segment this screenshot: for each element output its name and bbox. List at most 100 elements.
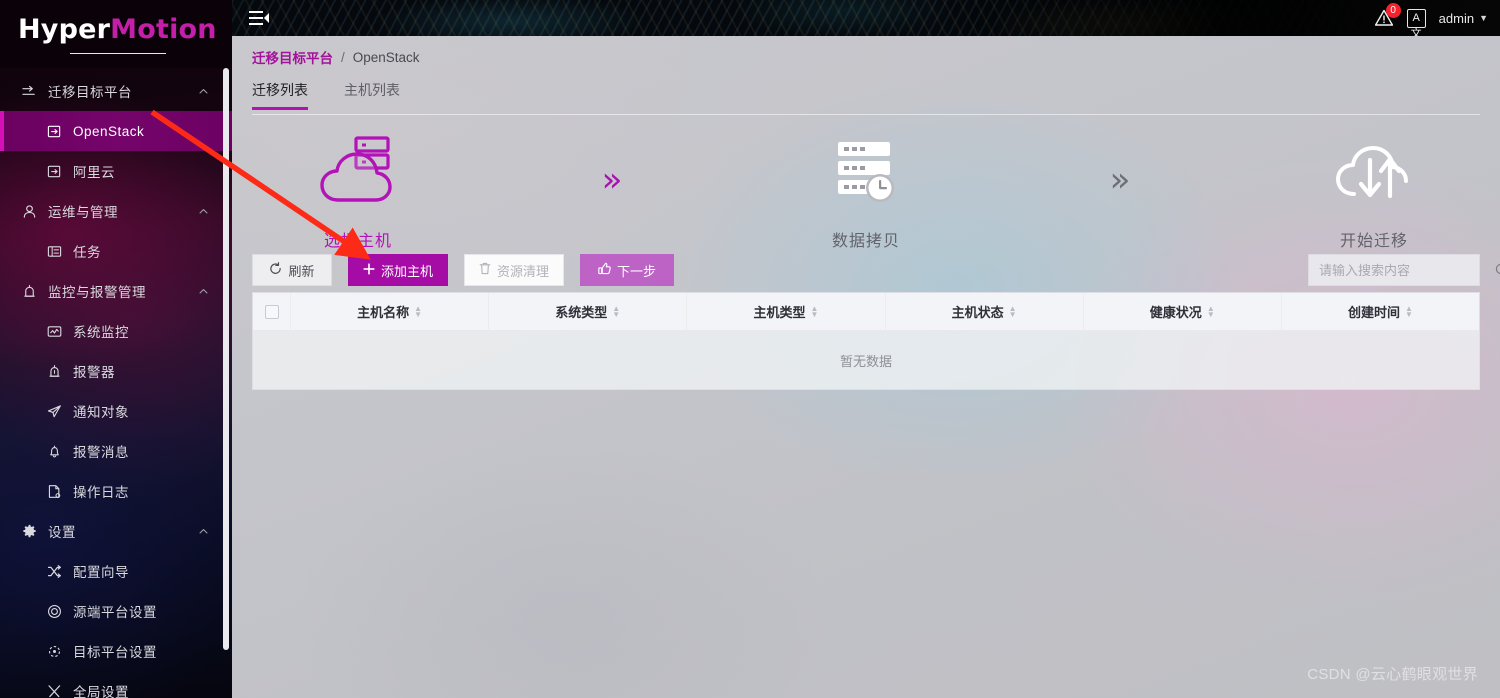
step-arrow-icon: » bbox=[601, 160, 623, 200]
step-label: 开始迁移 bbox=[1339, 232, 1408, 250]
sidebar-item-label: 通知对象 bbox=[73, 405, 129, 420]
platform-icon bbox=[47, 124, 73, 139]
column-header-host-type[interactable]: 主机类型 ▲ ▼ bbox=[687, 292, 886, 331]
add-host-button[interactable]: 添加主机 bbox=[348, 254, 448, 286]
sidebar-item-OpenStack[interactable]: OpenStack bbox=[0, 111, 232, 151]
sidebar-item-配置向导[interactable]: 配置向导 bbox=[0, 551, 232, 591]
thumbs-up-icon bbox=[598, 262, 611, 278]
column-label: 创建时间 bbox=[1347, 305, 1400, 320]
column-label: 健康状况 bbox=[1149, 305, 1202, 320]
column-header-host-status[interactable]: 主机状态 ▲ ▼ bbox=[886, 292, 1084, 331]
select-all-checkbox-cell bbox=[253, 292, 291, 331]
sidebar-item-label: 报警器 bbox=[73, 365, 115, 380]
sort-icon[interactable]: ▲ ▼ bbox=[1009, 305, 1017, 319]
resource-cleanup-button[interactable]: 资源清理 bbox=[464, 254, 564, 286]
chevron-up-icon[interactable] bbox=[198, 286, 224, 297]
tab-label: 迁移列表 bbox=[252, 82, 308, 98]
chevron-down-icon: ▼ bbox=[1479, 13, 1488, 23]
top-header-bar: 0 A文 admin ▼ bbox=[232, 0, 1500, 36]
trash-icon bbox=[479, 262, 491, 278]
sort-icon[interactable]: ▲ ▼ bbox=[612, 305, 620, 319]
hamburger-collapse-icon[interactable] bbox=[246, 5, 272, 31]
tab-bar-divider bbox=[252, 114, 1480, 115]
breadcrumb: 迁移目标平台 / OpenStack bbox=[252, 47, 420, 67]
search-box[interactable] bbox=[1308, 254, 1500, 286]
sidebar-item-label: OpenStack bbox=[73, 123, 145, 139]
sidebar-group-label: 运维与管理 bbox=[48, 205, 118, 220]
sidebar-item-通知对象[interactable]: 通知对象 bbox=[0, 391, 232, 431]
column-header-health-status[interactable]: 健康状况 ▲ ▼ bbox=[1084, 292, 1282, 331]
column-header-create-time[interactable]: 创建时间 ▲ ▼ bbox=[1282, 293, 1479, 331]
sidebar-item-label: 报警消息 bbox=[73, 445, 129, 460]
page-content: 迁移目标平台 / OpenStack 迁移列表 主机列表 选择主机 » 数据拷贝… bbox=[232, 36, 1500, 698]
user-account-menu[interactable]: admin ▼ bbox=[1439, 11, 1488, 26]
server-clock-icon bbox=[824, 132, 908, 213]
column-label: 主机类型 bbox=[753, 305, 806, 320]
next-step-button[interactable]: 下一步 bbox=[580, 254, 674, 286]
sidebar-item-阿里云[interactable]: 阿里云 bbox=[0, 151, 232, 191]
breadcrumb-root[interactable]: 迁移目标平台 bbox=[252, 47, 333, 67]
sidebar-item-操作日志[interactable]: 操作日志 bbox=[0, 471, 232, 511]
column-header-host-name[interactable]: 主机名称 ▲ ▼ bbox=[291, 292, 490, 331]
sort-icon[interactable]: ▲ ▼ bbox=[810, 305, 818, 319]
next-step-label: 下一步 bbox=[616, 263, 656, 279]
select-all-checkbox[interactable] bbox=[264, 304, 279, 319]
logo-divider bbox=[0, 53, 232, 68]
sidebar-item-label: 全局设置 bbox=[73, 685, 129, 698]
sidebar-item-报警器[interactable]: 报警器 bbox=[0, 351, 232, 391]
step-data-copy[interactable]: 数据拷贝 bbox=[760, 132, 972, 251]
scissors-icon bbox=[47, 684, 73, 698]
sidebar-scrollbar[interactable] bbox=[223, 68, 229, 650]
sidebar-group-0[interactable]: 迁移目标平台 bbox=[0, 71, 232, 111]
sidebar-group-2[interactable]: 监控与报警管理 bbox=[0, 271, 232, 311]
warning-triangle-icon[interactable]: 0 bbox=[1374, 3, 1401, 28]
sidebar-group-1[interactable]: 运维与管理 bbox=[0, 191, 232, 231]
notification-count-badge: 0 bbox=[1385, 3, 1401, 18]
sidebar-group-3[interactable]: 设置 bbox=[0, 511, 232, 551]
migration-stepper: 选择主机 » 数据拷贝 » 开始迁移 bbox=[252, 126, 1480, 256]
language-switch-icon[interactable]: A文 bbox=[1406, 8, 1426, 36]
sidebar-item-label: 任务 bbox=[73, 245, 101, 260]
display-monitor-icon bbox=[47, 324, 73, 339]
sidebar-item-目标平台设置[interactable]: 目标平台设置 bbox=[0, 631, 232, 671]
sort-icon[interactable]: ▲ ▼ bbox=[1207, 305, 1215, 319]
resource-cleanup-label: 资源清理 bbox=[496, 263, 549, 279]
sidebar-item-label: 目标平台设置 bbox=[73, 645, 157, 660]
search-input[interactable] bbox=[1319, 262, 1495, 278]
sidebar-menu: 迁移目标平台 OpenStack 阿里云运维与管理任务监控与报警管理 系统监控报警器通… bbox=[0, 68, 232, 698]
tab-host-list[interactable]: 主机列表 bbox=[344, 80, 400, 110]
sidebar-item-源端平台设置[interactable]: 源端平台设置 bbox=[0, 591, 232, 631]
sidebar-item-系统监控[interactable]: 系统监控 bbox=[0, 311, 232, 351]
logo-text-primary: Hyper bbox=[18, 13, 111, 45]
plus-icon bbox=[363, 263, 375, 278]
sidebar-item-全局设置[interactable]: 全局设置 bbox=[0, 671, 232, 698]
tab-migration-list[interactable]: 迁移列表 bbox=[252, 80, 308, 110]
sidebar-navigation: HyperMotion 迁移目标平台 OpenStack 阿里云运维与管理任务监控与… bbox=[0, 0, 232, 698]
chevron-up-icon[interactable] bbox=[198, 206, 224, 217]
table-header-row: 主机名称 ▲ ▼ 系统类型 ▲ ▼ 主机类型 ▲ ▼ 主机状态 ▲ ▼ 健康状况… bbox=[253, 292, 1479, 331]
breadcrumb-separator: / bbox=[341, 49, 345, 65]
refresh-label: 刷新 bbox=[288, 263, 315, 279]
step-start-migration[interactable]: 开始迁移 bbox=[1268, 132, 1480, 251]
search-icon[interactable] bbox=[1495, 263, 1500, 277]
alarm-icon bbox=[47, 364, 73, 379]
chevron-up-icon[interactable] bbox=[198, 86, 224, 97]
sidebar-item-label: 操作日志 bbox=[73, 485, 129, 500]
app-logo[interactable]: HyperMotion bbox=[0, 0, 232, 58]
header-actions: 0 A文 admin ▼ bbox=[1374, 0, 1500, 36]
sidebar-item-任务[interactable]: 任务 bbox=[0, 231, 232, 271]
target-circle-icon bbox=[47, 604, 73, 619]
chevron-up-icon[interactable] bbox=[198, 526, 224, 537]
sort-icon[interactable]: ▲ ▼ bbox=[414, 305, 422, 319]
host-table: 主机名称 ▲ ▼ 系统类型 ▲ ▼ 主机类型 ▲ ▼ 主机状态 ▲ ▼ 健康状况… bbox=[252, 292, 1480, 390]
sidebar-item-报警消息[interactable]: 报警消息 bbox=[0, 431, 232, 471]
refresh-button[interactable]: 刷新 bbox=[252, 254, 332, 286]
step-select-host[interactable]: 选择主机 bbox=[252, 132, 464, 251]
table-empty-state: 暂无数据 bbox=[253, 331, 1479, 389]
task-icon bbox=[47, 244, 73, 259]
column-header-system-type[interactable]: 系统类型 ▲ ▼ bbox=[489, 292, 688, 331]
user-name-label: admin bbox=[1438, 10, 1475, 26]
watermark: CSDN @云心鹤眼观世界 bbox=[1307, 666, 1478, 683]
application-window: HyperMotion 迁移目标平台 OpenStack 阿里云运维与管理任务监控与… bbox=[0, 0, 1500, 698]
sort-icon[interactable]: ▲ ▼ bbox=[1405, 305, 1413, 319]
